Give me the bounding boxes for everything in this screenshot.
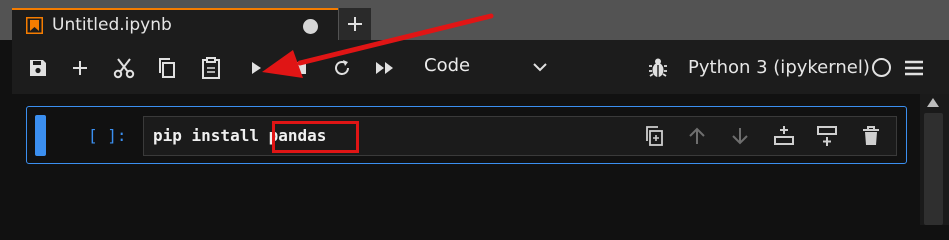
copy-icon (157, 57, 177, 79)
run-button[interactable] (244, 56, 268, 80)
insert-above-icon (773, 125, 795, 147)
tab-untitled-notebook[interactable]: Untitled.ipynb (12, 8, 338, 40)
run-all-button[interactable] (373, 56, 397, 80)
tab-title: Untitled.ipynb (52, 15, 172, 35)
cell-collapser[interactable] (35, 115, 46, 156)
delete-icon (862, 126, 880, 146)
chevron-down-icon[interactable] (531, 58, 549, 76)
restart-button[interactable] (330, 56, 354, 80)
cut-button[interactable] (112, 56, 136, 80)
plus-icon (346, 15, 364, 33)
notebook-icon (26, 17, 43, 34)
fast-forward-icon (375, 61, 395, 75)
duplicate-cell-button[interactable] (643, 125, 665, 147)
plus-icon (71, 59, 89, 77)
insert-below-button[interactable] (816, 125, 838, 147)
duplicate-cell-icon (644, 125, 664, 147)
move-up-button[interactable] (686, 125, 708, 147)
stop-icon (293, 61, 307, 75)
save-button[interactable] (26, 56, 50, 80)
copy-button[interactable] (155, 56, 179, 80)
scroll-up-icon[interactable] (927, 98, 939, 107)
menu-icon[interactable] (904, 59, 924, 77)
debugger-icon[interactable] (648, 57, 668, 79)
insert-below-icon (816, 125, 838, 147)
save-icon (28, 58, 48, 78)
kernel-name[interactable]: Python 3 (ipykernel) (688, 57, 870, 78)
delete-cell-button[interactable] (860, 125, 882, 147)
new-tab-button[interactable] (339, 8, 371, 40)
move-up-icon (687, 126, 707, 146)
notebook-toolbar: Code Python 3 (ipykernel) (12, 40, 949, 94)
scissors-icon (113, 57, 135, 79)
paste-button[interactable] (199, 56, 223, 80)
restart-icon (332, 58, 352, 78)
annotation-highlight-box (272, 121, 359, 153)
interrupt-button[interactable] (288, 56, 312, 80)
play-icon (249, 61, 263, 75)
kernel-status-icon (872, 58, 891, 77)
unsaved-dot-icon[interactable] (303, 19, 318, 34)
cell-prompt: [ ]: (88, 126, 127, 145)
cell-type-select[interactable]: Code (424, 55, 470, 76)
insert-cell-button[interactable] (68, 56, 92, 80)
move-down-button[interactable] (729, 125, 751, 147)
insert-above-button[interactable] (773, 125, 795, 147)
move-down-icon (730, 126, 750, 146)
tab-bar: Untitled.ipynb (0, 0, 949, 40)
code-prefix: pip install (153, 126, 269, 145)
scrollbar-thumb[interactable] (924, 113, 943, 225)
clipboard-icon (201, 57, 221, 79)
